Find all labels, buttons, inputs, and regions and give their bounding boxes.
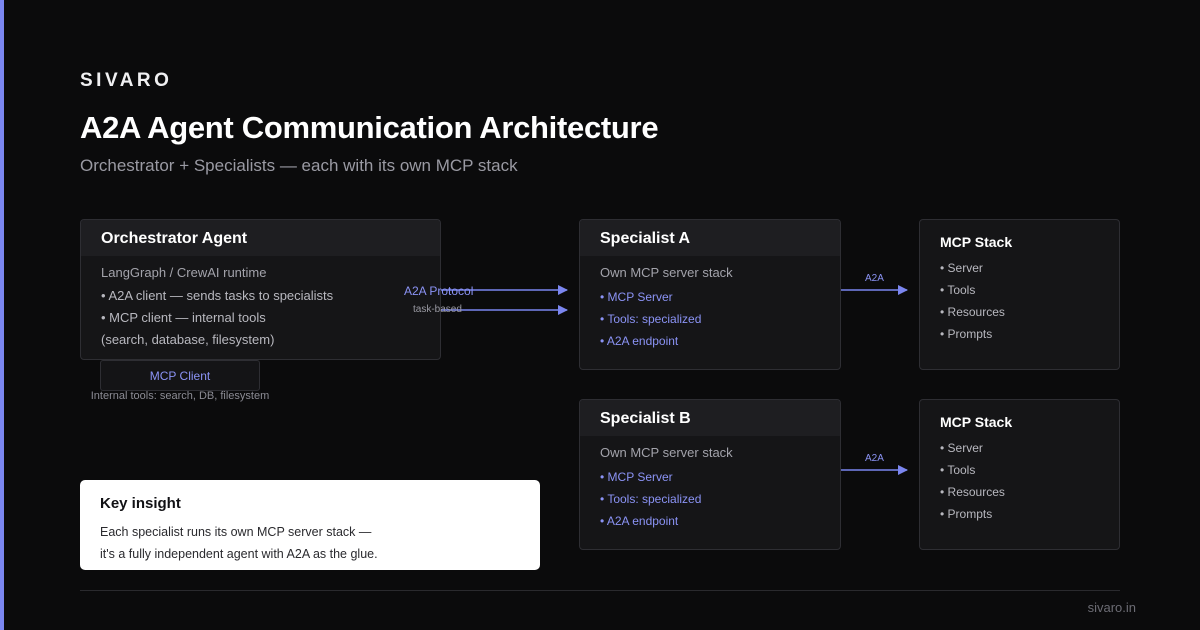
specialist-b-subtitle: Own MCP server stack (600, 445, 733, 460)
mcp-stack-b-item: • Prompts (940, 507, 993, 521)
page-title: A2A Agent Communication Architecture (80, 110, 659, 145)
specialist-a-title: Specialist A (580, 220, 840, 256)
key-insight-title: Key insight (100, 495, 181, 512)
specialist-b-item: • Tools: specialized (600, 492, 702, 506)
mcp-stack-b-card: MCP Stack • Server • Tools • Resources •… (919, 399, 1120, 550)
orchestrator-runtime: LangGraph / CrewAI runtime (101, 265, 267, 280)
orchestrator-title: Orchestrator Agent (81, 220, 440, 256)
brand-wordmark: SIVARO (80, 70, 173, 91)
orchestrator-agent-card: Orchestrator Agent LangGraph / CrewAI ru… (80, 219, 441, 360)
footer-divider (80, 590, 1120, 591)
mcp-client-note: Internal tools: search, DB, filesystem (90, 390, 270, 402)
left-accent-bar (0, 0, 4, 630)
specialist-a-card: Specialist A Own MCP server stack • MCP … (579, 219, 841, 370)
mcp-stack-a-item: • Tools (940, 283, 976, 297)
mcp-stack-b-item: • Resources (940, 485, 1005, 499)
specialist-a-subtitle: Own MCP server stack (600, 265, 733, 280)
mcp-stack-b-item: • Tools (940, 463, 976, 477)
footer-url: sivaro.in (1087, 600, 1136, 615)
stack-a-a2a-label: A2A (865, 273, 884, 284)
specialist-a-item: • A2A endpoint (600, 334, 679, 348)
specialist-b-card: Specialist B Own MCP server stack • MCP … (579, 399, 841, 550)
stack-b-a2a-label: A2A (865, 453, 884, 464)
page-subtitle: Orchestrator + Specialists — each with i… (80, 156, 518, 175)
key-insight-box: Key insight Each specialist runs its own… (80, 480, 540, 570)
mcp-stack-a-item: • Prompts (940, 327, 993, 341)
mcp-stack-a-item: • Resources (940, 305, 1005, 319)
mcp-client-box: MCP Client (100, 360, 260, 391)
mcp-stack-b-title: MCP Stack (940, 414, 1013, 430)
key-insight-line: it's a fully independent agent with A2A … (100, 547, 378, 561)
specialist-b-title: Specialist B (580, 400, 840, 436)
specialist-b-item: • MCP Server (600, 470, 673, 484)
a2a-protocol-label: A2A Protocol (404, 284, 474, 298)
mcp-stack-a-card: MCP Stack • Server • Tools • Resources •… (919, 219, 1120, 370)
mcp-stack-b-item: • Server (940, 441, 983, 455)
specialist-b-item: • A2A endpoint (600, 514, 679, 528)
orchestrator-line-mcp-client: • MCP client — internal tools (101, 310, 266, 325)
orchestrator-line-a2a-client: • A2A client — sends tasks to specialist… (101, 288, 334, 303)
key-insight-line: Each specialist runs its own MCP server … (100, 525, 372, 539)
task-based-label: task-based (413, 304, 462, 315)
mcp-stack-a-item: • Server (940, 261, 983, 275)
specialist-a-item: • MCP Server (600, 290, 673, 304)
mcp-stack-a-title: MCP Stack (940, 234, 1013, 250)
orchestrator-line-tools: (search, database, filesystem) (101, 332, 275, 347)
specialist-a-item: • Tools: specialized (600, 312, 702, 326)
